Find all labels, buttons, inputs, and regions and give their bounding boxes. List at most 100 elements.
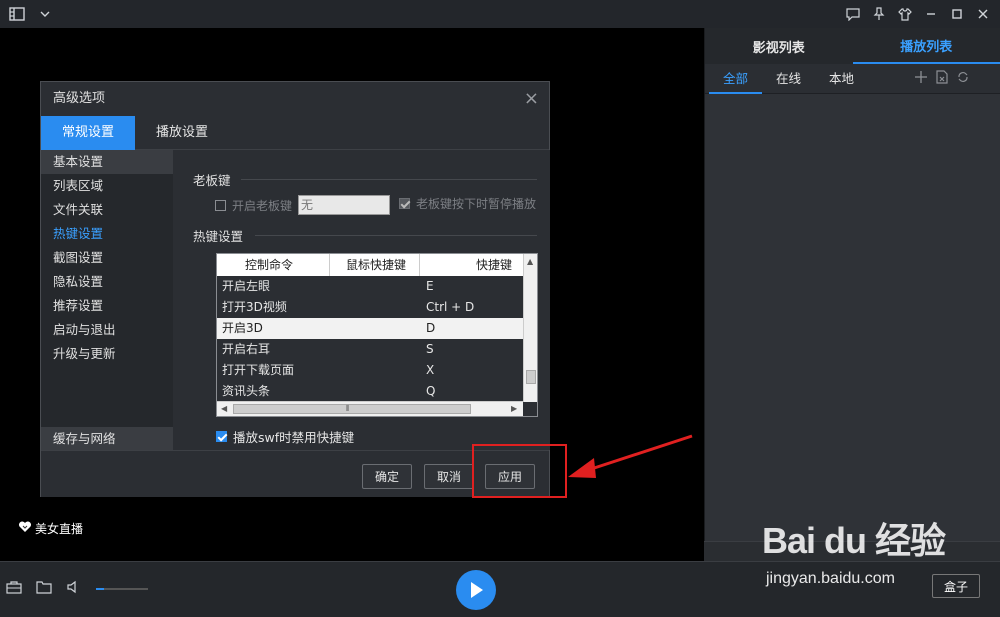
sidebar-item-hotkeys[interactable]: 热键设置 (41, 222, 173, 246)
heart-icon (18, 521, 32, 536)
playlist-panel-tabs: 影视列表 播放列表 (705, 28, 1000, 64)
cell-key: D (426, 321, 436, 335)
minimize-icon[interactable] (920, 5, 942, 23)
cell-key: Q (426, 384, 436, 398)
playlist-subtabs: 全部 在线 本地 (705, 64, 1000, 94)
sidebar-item-basic[interactable]: 基本设置 (41, 150, 173, 174)
table-row[interactable]: 开启右耳 S (217, 339, 537, 360)
vertical-scroll-thumb[interactable] (526, 370, 536, 384)
sidebar-item-recommend[interactable]: 推荐设置 (41, 294, 173, 318)
boss-key-enable-row: 开启老板键 无 (215, 195, 391, 215)
horizontal-scroll-thumb[interactable]: ⦀ (233, 404, 471, 414)
sidebar-item-list-area[interactable]: 列表区域 (41, 174, 173, 198)
table-row[interactable]: 打开下载页面 X (217, 360, 537, 381)
title-bar (0, 0, 1000, 28)
chevron-down-icon[interactable] (34, 5, 56, 23)
cell-command: 资讯头条 (222, 384, 271, 398)
pin-icon[interactable] (868, 5, 890, 23)
cell-command: 开启3D (222, 321, 263, 335)
dialog-tabs: 常规设置 播放设置 (41, 116, 549, 150)
boss-key-enable-checkbox[interactable] (215, 199, 226, 211)
sidebar-item-upgrade[interactable]: 升级与更新 (41, 342, 173, 366)
play-button[interactable] (456, 570, 496, 610)
settings-sidebar: 基本设置 列表区域 文件关联 热键设置 截图设置 隐私设置 推荐设置 启动与退出… (41, 150, 173, 450)
toolbox-icon[interactable] (6, 580, 22, 598)
table-row[interactable]: 开启左眼 E (217, 276, 537, 297)
player-window: 影视列表 播放列表 全部 在线 本地 美女直播 盒子 高级选项 × 常规设置 播… (0, 0, 1000, 617)
subtab-local[interactable]: 本地 (815, 64, 868, 94)
skin-icon[interactable] (894, 5, 916, 23)
table-row[interactable]: 打开3D视频 Ctrl + D (217, 297, 537, 318)
control-bar: 盒子 (0, 561, 1000, 617)
scroll-left-icon[interactable]: ◀ (221, 404, 227, 413)
cell-mouse (330, 381, 420, 402)
tab-playback-settings[interactable]: 播放设置 (135, 116, 229, 150)
box-button[interactable]: 盒子 (932, 574, 980, 598)
scroll-up-icon[interactable]: ▲ (527, 257, 533, 266)
horizontal-scrollbar[interactable]: ◀ ⦀ ▶ (217, 401, 523, 416)
annotation-arrow-icon (568, 434, 693, 478)
tab-general-settings[interactable]: 常规设置 (41, 116, 135, 150)
sidebar-item-startup-exit[interactable]: 启动与退出 (41, 318, 173, 342)
title-bar-left (6, 5, 56, 23)
cell-key: E (426, 279, 434, 293)
tab-play-list[interactable]: 播放列表 (852, 28, 1000, 64)
section-divider (241, 179, 537, 180)
cell-mouse (330, 297, 420, 318)
subtab-all[interactable]: 全部 (709, 64, 763, 94)
maximize-icon[interactable] (946, 5, 968, 23)
swf-disable-hotkeys-label: 播放swf时禁用快捷键 (233, 430, 355, 445)
ok-button[interactable]: 确定 (362, 464, 412, 489)
hotkey-table: 控制命令 鼠标快捷键 快捷键 开启左眼 E 打开3D视频 Ctrl + D 开启… (216, 253, 538, 417)
scroll-grip-icon: ⦀ (346, 404, 350, 413)
live-stream-label: 美女直播 (35, 522, 84, 536)
volume-slider-fill (96, 588, 104, 590)
tab-video-list[interactable]: 影视列表 (705, 28, 853, 64)
open-folder-icon[interactable] (36, 580, 52, 598)
cell-key: S (426, 342, 434, 356)
hotkey-table-header: 控制命令 鼠标快捷键 快捷键 (217, 254, 537, 276)
cancel-button[interactable]: 取消 (424, 464, 474, 489)
volume-slider[interactable] (96, 588, 148, 590)
boss-key-pause-checkbox[interactable] (399, 198, 410, 209)
settings-content: 老板键 开启老板键 无 老板键按下时暂停播放 热键设置 控制命令 鼠标快捷键 快… (173, 150, 550, 450)
swf-hotkey-row: 播放swf时禁用快捷键 (216, 427, 354, 446)
cell-key: Ctrl + D (426, 300, 475, 314)
boss-key-pause-label: 老板键按下时暂停播放 (416, 197, 537, 211)
sidebar-item-cache-network[interactable]: 缓存与网络 (41, 427, 173, 450)
volume-icon[interactable] (66, 580, 80, 598)
vertical-scrollbar[interactable]: ▲ (523, 254, 537, 402)
menu-film-icon[interactable] (6, 5, 28, 23)
cell-command: 开启左眼 (222, 279, 271, 293)
delete-file-icon[interactable] (936, 70, 948, 88)
cell-mouse (330, 360, 420, 381)
swf-disable-hotkeys-checkbox[interactable] (216, 431, 227, 442)
dialog-title: 高级选项 (53, 91, 106, 106)
playlist-content (705, 94, 1000, 541)
cell-mouse (330, 339, 420, 360)
sidebar-item-file-association[interactable]: 文件关联 (41, 198, 173, 222)
column-header-mouse[interactable]: 鼠标快捷键 (330, 254, 420, 276)
table-row-selected[interactable]: 开启3D D (217, 318, 537, 339)
feedback-icon[interactable] (842, 5, 864, 23)
scroll-right-icon[interactable]: ▶ (511, 404, 517, 413)
section-divider (255, 235, 537, 236)
sidebar-item-screenshot[interactable]: 截图设置 (41, 246, 173, 270)
live-stream-link[interactable]: 美女直播 (18, 520, 83, 537)
cell-command: 开启右耳 (222, 342, 271, 356)
cell-mouse (330, 276, 420, 297)
add-icon[interactable] (914, 70, 928, 88)
boss-key-input[interactable]: 无 (298, 195, 391, 215)
table-row[interactable]: 资讯头条 Q (217, 381, 537, 402)
subtab-online[interactable]: 在线 (762, 64, 815, 94)
loop-icon[interactable] (956, 70, 970, 88)
column-header-command[interactable]: 控制命令 (217, 254, 330, 276)
cell-command: 打开下载页面 (222, 363, 295, 377)
playlist-panel: 影视列表 播放列表 全部 在线 本地 (704, 28, 1000, 541)
boss-key-enable-label: 开启老板键 (232, 198, 293, 213)
column-header-key[interactable]: 快捷键 (420, 254, 522, 276)
dialog-close-icon[interactable]: × (524, 82, 539, 116)
close-icon[interactable] (972, 5, 994, 23)
hotkeys-section-title: 热键设置 (193, 229, 244, 244)
sidebar-item-privacy[interactable]: 隐私设置 (41, 270, 173, 294)
